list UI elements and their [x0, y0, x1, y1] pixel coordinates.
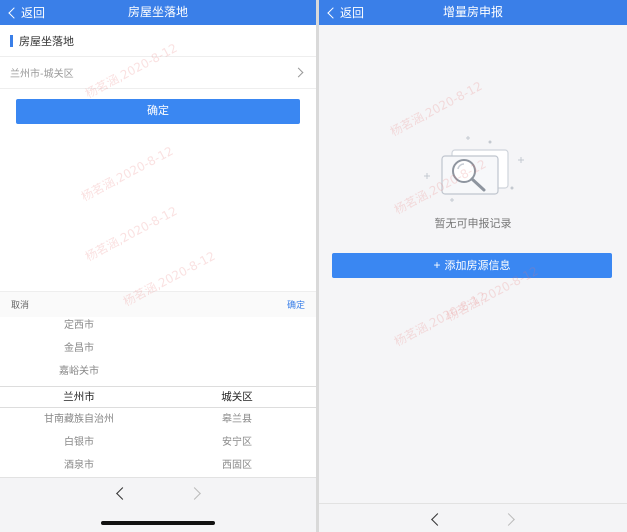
picker-district-column[interactable]: 城关区 皋兰县 安宁区 西固区: [158, 317, 316, 477]
watermark: 杨茗涵,2020-8-12: [391, 288, 489, 350]
browser-back-icon[interactable]: [431, 513, 444, 526]
picker-city-column[interactable]: 定西市 金昌市 嘉峪关市 兰州市 甘南藏族自治州 白银市 酒泉市: [0, 317, 158, 477]
picker-ok-button[interactable]: 确定: [287, 298, 305, 311]
watermark: 杨茗涵,2020-8-12: [82, 203, 180, 265]
picker-city-item-selected[interactable]: 兰州市: [0, 388, 158, 406]
chevron-left-icon: [8, 6, 20, 19]
picker-district-item-selected[interactable]: 城关区: [158, 388, 316, 406]
left-page-title: 房屋坐落地: [127, 5, 188, 19]
right-screen: 返回 增量房申报 暂无可申报记录 + 添加房源信息 杨茗涵,2020-8-12 杨…: [319, 0, 627, 532]
picker-city-item[interactable]: 白银市: [0, 434, 158, 452]
chevron-right-icon: [293, 67, 304, 78]
plus-icon: +: [433, 258, 441, 272]
add-property-button[interactable]: + 添加房源信息: [332, 253, 612, 278]
right-page-title: 增量房申报: [442, 5, 503, 19]
picker-toolbar: 取消 确定: [0, 291, 316, 317]
picker-city-item[interactable]: 酒泉市: [0, 457, 158, 475]
picker-cancel-button[interactable]: 取消: [11, 298, 29, 311]
region-picker: 定西市 金昌市 嘉峪关市 兰州市 甘南藏族自治州 白银市 酒泉市 城关区 皋兰县…: [0, 317, 316, 477]
left-navbar: 返回 房屋坐落地: [0, 0, 316, 25]
left-browser-toolbar: [0, 477, 316, 532]
right-navbar: 返回 增量房申报: [319, 0, 627, 25]
right-back-label: 返回: [340, 6, 365, 20]
picker-city-item[interactable]: 嘉峪关市: [0, 363, 158, 381]
section-title: 房屋坐落地: [19, 34, 74, 48]
section-accent-bar: [10, 34, 13, 47]
browser-back-icon[interactable]: [116, 487, 129, 500]
right-back-button[interactable]: 返回: [327, 0, 364, 25]
picker-district-item[interactable]: 安宁区: [158, 434, 316, 452]
picker-district-item[interactable]: 西固区: [158, 457, 316, 475]
left-back-label: 返回: [21, 6, 46, 20]
section-header: 房屋坐落地: [0, 25, 316, 57]
empty-state-text: 暂无可申报记录: [434, 217, 512, 230]
picker-city-item[interactable]: 甘南藏族自治州: [0, 411, 158, 429]
location-select-row[interactable]: 兰州市-城关区: [0, 57, 316, 89]
picker-district-item[interactable]: 皋兰县: [158, 411, 316, 429]
watermark: 杨茗涵,2020-8-12: [78, 143, 176, 205]
location-value: 兰州市-城关区: [10, 69, 74, 80]
left-back-button[interactable]: 返回: [8, 0, 45, 25]
picker-city-item[interactable]: 金昌市: [0, 340, 158, 358]
empty-search-icon: [424, 136, 524, 202]
chevron-left-icon: [327, 6, 339, 19]
confirm-button[interactable]: 确定: [16, 99, 300, 124]
browser-forward-icon[interactable]: [188, 487, 201, 500]
add-property-label: 添加房源信息: [444, 260, 511, 272]
left-screen: 返回 房屋坐落地 房屋坐落地 兰州市-城关区 确定 取消 确定 定西市 金昌市 …: [0, 0, 316, 532]
home-indicator: [101, 521, 215, 525]
browser-forward-icon[interactable]: [502, 513, 515, 526]
right-browser-toolbar: [319, 503, 627, 532]
picker-city-item[interactable]: 定西市: [0, 317, 158, 335]
